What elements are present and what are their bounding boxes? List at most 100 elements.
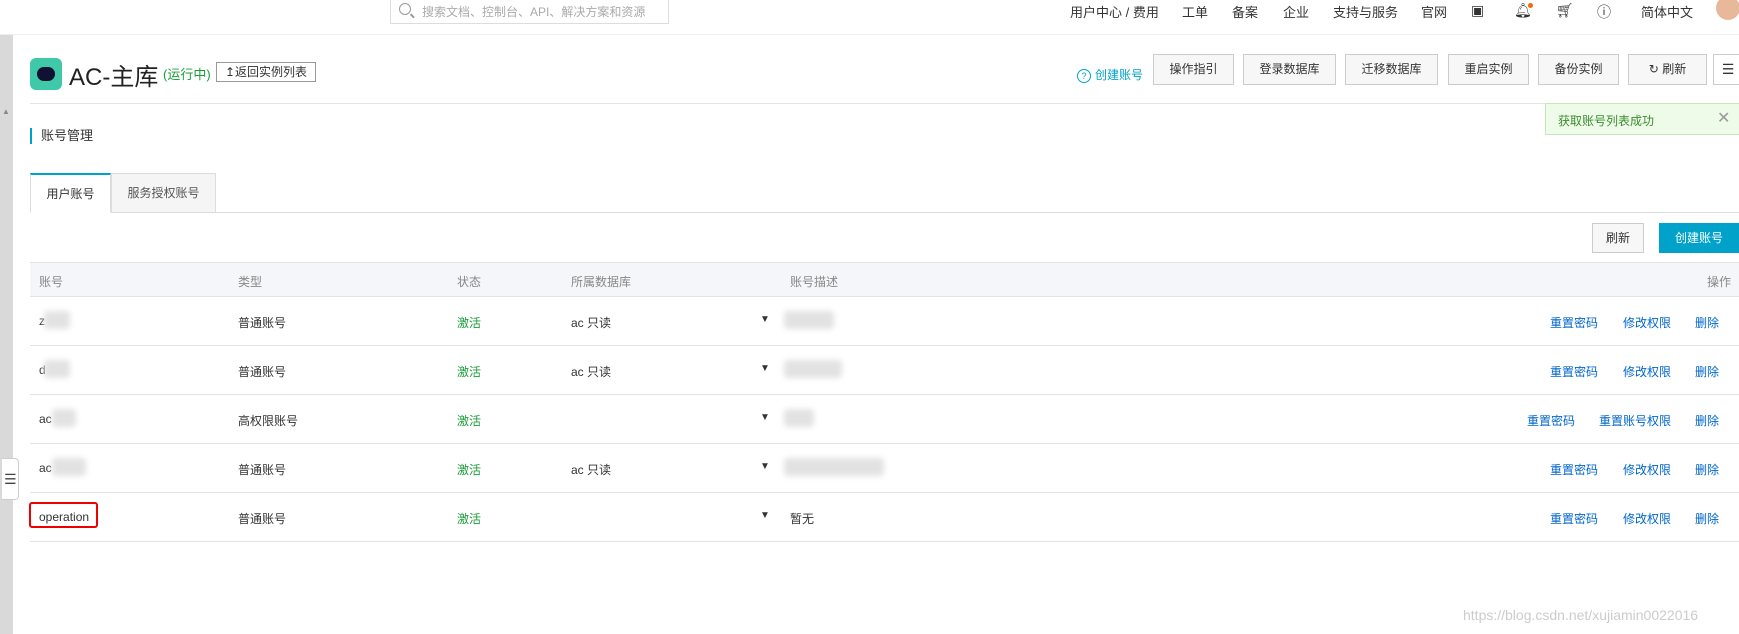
toast-message: 获取账号列表成功 [1558,114,1655,128]
redacted-blur [44,311,70,329]
dropdown-caret-icon[interactable]: ▼ [760,412,770,423]
status-badge: (运行中) [163,67,211,82]
redacted-blur [44,360,70,378]
cell-database: ac 只读 [571,365,612,379]
list-view-button[interactable]: ☰ [1713,54,1739,85]
language-switch[interactable]: 简体中文 [1641,2,1693,21]
modify-permission-link[interactable]: 修改权限 [1623,314,1671,331]
dropdown-caret-icon[interactable]: ▼ [760,314,770,325]
reset-password-link[interactable]: 重置密码 [1550,510,1598,527]
cell-status: 激活 [457,512,482,526]
tab-service-accounts[interactable]: 服务授权账号 [111,173,216,213]
back-to-list-button[interactable]: ↥返回实例列表 [216,62,316,82]
collapse-arrow-icon[interactable]: ▲ [2,107,10,116]
restart-instance-button[interactable]: 重启实例 [1448,54,1529,85]
avatar[interactable] [1716,0,1739,20]
modify-permission-link[interactable]: 修改权限 [1623,510,1671,527]
create-account-button[interactable]: 创建账号 [1659,223,1739,253]
migrate-database-button[interactable]: 迁移数据库 [1345,54,1438,85]
table-row: ac 高权限账号 激活 ▼ 重置密码 重置账号权限 删除 [30,395,1739,444]
table-header: 账号 类型 状态 所属数据库 账号描述 操作 [30,262,1739,297]
login-database-button[interactable]: 登录数据库 [1243,54,1336,85]
section-title: 账号管理 [30,128,93,144]
nav-filing[interactable]: 备案 [1232,2,1258,21]
redacted-blur [52,458,86,476]
cell-status: 激活 [457,316,482,330]
redacted-blur [784,311,834,329]
page-title: AC-主库 [69,64,159,91]
delete-link[interactable]: 删除 [1695,314,1719,331]
sidebar-toggle-handle[interactable]: ☰ [2,458,19,500]
header-status: 状态 [457,275,482,289]
header-divider [30,103,1739,104]
cell-status: 激活 [457,414,482,428]
help-link-label: 创建账号 [1095,68,1144,82]
cell-description: 暂无 [790,512,815,526]
dropdown-caret-icon[interactable]: ▼ [760,461,770,472]
watermark: https://blog.csdn.net/xujiamin0022016 [1463,607,1699,623]
cell-type: 普通账号 [238,512,287,526]
nav-user-center[interactable]: 用户中心 / 费用 [1070,2,1159,21]
modify-permission-link[interactable]: 修改权限 [1623,461,1671,478]
nav-enterprise[interactable]: 企业 [1283,2,1309,21]
refresh-instance-label: 刷新 [1662,62,1687,76]
reset-account-permission-link[interactable]: 重置账号权限 [1599,412,1671,429]
search-placeholder: 搜索文档、控制台、API、解决方案和资源 [422,5,646,19]
help-icon[interactable]: ⓘ [1597,2,1611,22]
cell-database: ac 只读 [571,463,612,477]
search-input[interactable]: 搜索文档、控制台、API、解决方案和资源 [390,0,669,24]
accounts-table: 账号 类型 状态 所属数据库 账号描述 操作 z 普通账号 激活 ac 只读 ▼… [29,262,1739,542]
terminal-icon[interactable]: ▣ [1471,2,1484,19]
reset-password-link[interactable]: 重置密码 [1550,314,1598,331]
nav-official-site[interactable]: 官网 [1421,2,1447,21]
cell-account: ac [39,412,52,426]
guide-button[interactable]: 操作指引 [1153,54,1234,85]
top-navigation-bar: 搜索文档、控制台、API、解决方案和资源 用户中心 / 费用 工单 备案 企业 … [0,0,1739,35]
header-type: 类型 [238,275,263,289]
cell-status: 激活 [457,463,482,477]
reset-password-link[interactable]: 重置密码 [1527,412,1575,429]
table-row: ac 普通账号 激活 ac 只读 ▼ 重置密码 修改权限 删除 [30,444,1739,493]
create-account-help-link[interactable]: ? 创建账号 [1077,66,1143,83]
refresh-icon: ↻ [1648,62,1663,76]
instance-logo-icon [30,58,62,90]
reset-password-link[interactable]: 重置密码 [1550,363,1598,380]
cell-type: 普通账号 [238,463,287,477]
cell-type: 普通账号 [238,365,287,379]
refresh-button[interactable]: 刷新 [1592,223,1644,253]
table-row: z 普通账号 激活 ac 只读 ▼ 重置密码 修改权限 删除 [30,297,1739,346]
tab-user-accounts[interactable]: 用户账号 [30,173,111,213]
header-account: 账号 [39,275,64,289]
modify-permission-link[interactable]: 修改权限 [1623,363,1671,380]
search-icon [399,3,411,15]
cart-icon[interactable]: 🛒︎ [1556,2,1574,19]
reset-password-link[interactable]: 重置密码 [1550,461,1598,478]
nav-support[interactable]: 支持与服务 [1333,2,1398,21]
highlight-annotation [29,502,98,528]
question-icon: ? [1077,69,1091,83]
cell-type: 普通账号 [238,316,287,330]
menu-icon: ☰ [4,471,17,487]
back-arrow-icon: ↥ [224,65,236,79]
table-row: operation 普通账号 激活 ▼ 暂无 重置密码 修改权限 删除 [29,493,1739,542]
table-row: d 普通账号 激活 ac 只读 ▼ 重置密码 修改权限 删除 [30,346,1739,395]
cell-database: ac 只读 [571,316,612,330]
redacted-blur [784,458,884,476]
dropdown-caret-icon[interactable]: ▼ [760,363,770,374]
delete-link[interactable]: 删除 [1695,461,1719,478]
redacted-blur [52,409,76,427]
nav-ticket[interactable]: 工单 [1182,2,1208,21]
header-description: 账号描述 [790,275,839,289]
dropdown-caret-icon[interactable]: ▼ [760,510,770,521]
header-actions: 操作 [1707,275,1732,289]
redacted-blur [784,409,814,427]
notification-dot [1528,3,1533,8]
backup-instance-button[interactable]: 备份实例 [1538,54,1619,85]
refresh-instance-button[interactable]: ↻ 刷新 [1628,54,1707,85]
close-icon[interactable]: ✕ [1717,108,1730,128]
delete-link[interactable]: 删除 [1695,412,1719,429]
delete-link[interactable]: 删除 [1695,363,1719,380]
cell-status: 激活 [457,365,482,379]
delete-link[interactable]: 删除 [1695,510,1719,527]
cell-type: 高权限账号 [238,414,299,428]
